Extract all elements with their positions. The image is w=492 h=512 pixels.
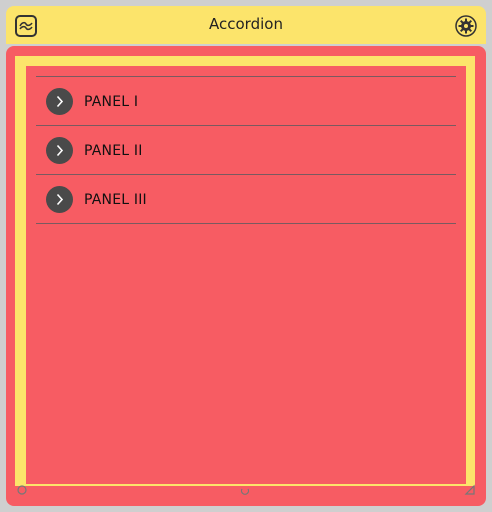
chevron-right-icon[interactable]: [46, 88, 73, 115]
corner-handle-left[interactable]: [16, 484, 28, 496]
accordion-panel-1[interactable]: PANEL I: [36, 77, 456, 126]
window-body: PANEL I PANEL II PANEL III: [6, 46, 486, 506]
app-window: Accordion PANEL I PANEL II PANEL III: [0, 0, 492, 512]
titlebar[interactable]: Accordion: [6, 6, 486, 44]
rotate-handle[interactable]: [239, 484, 251, 496]
panel-label: PANEL I: [84, 94, 139, 110]
window-title: Accordion: [209, 15, 283, 33]
gear-icon[interactable]: [455, 15, 477, 37]
panel-label: PANEL II: [84, 143, 143, 159]
resize-handle[interactable]: [464, 484, 476, 496]
accordion: PANEL I PANEL II PANEL III: [36, 76, 456, 224]
chevron-right-icon[interactable]: [46, 137, 73, 164]
accordion-container: PANEL I PANEL II PANEL III: [26, 66, 466, 484]
accordion-panel-3[interactable]: PANEL III: [36, 175, 456, 224]
panel-label: PANEL III: [84, 192, 147, 208]
accordion-panel-2[interactable]: PANEL II: [36, 126, 456, 175]
chevron-right-icon[interactable]: [46, 186, 73, 213]
